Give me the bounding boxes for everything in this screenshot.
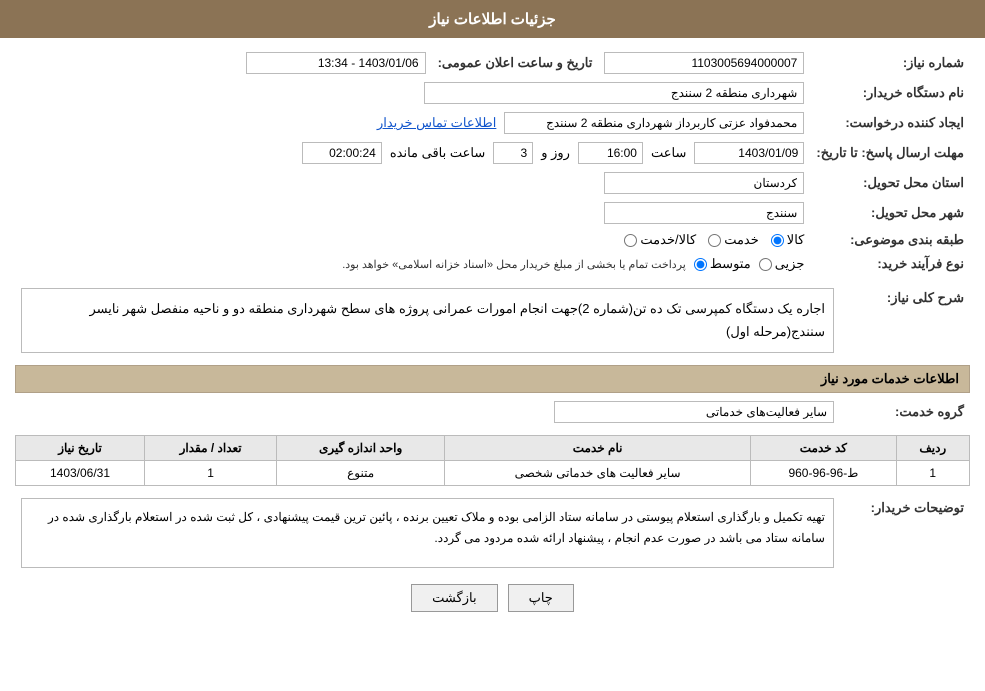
col-date: تاریخ نیاز bbox=[16, 435, 145, 460]
cell-unit: متنوع bbox=[277, 460, 445, 485]
cell-service-code: ط-96-96-960 bbox=[751, 460, 896, 485]
cell-service-name: سایر فعالیت های خدماتی شخصی bbox=[445, 460, 751, 485]
back-button[interactable]: بازگشت bbox=[411, 584, 497, 612]
purchase-type-label: نوع فرآیند خرید: bbox=[810, 252, 970, 276]
description-label: شرح کلی نیاز: bbox=[840, 284, 970, 357]
purchase-type-motavasset[interactable]: متوسط bbox=[694, 256, 751, 272]
col-service-code: کد خدمت bbox=[751, 435, 896, 460]
category-label: طبقه بندی موضوعی: bbox=[810, 228, 970, 252]
col-row: ردیف bbox=[896, 435, 969, 460]
buyer-name-input[interactable] bbox=[424, 82, 804, 104]
contact-info-link[interactable]: اطلاعات تماس خریدار bbox=[377, 115, 496, 131]
category-kala-khedmat-option[interactable]: کالا/خدمت bbox=[624, 232, 696, 248]
send-days-label: روز و bbox=[541, 145, 570, 161]
purchase-type-jozi[interactable]: جزیی bbox=[759, 256, 805, 272]
need-number-label: شماره نیاز: bbox=[810, 48, 970, 78]
category-kala-option[interactable]: کالا bbox=[771, 232, 805, 248]
send-time-label: ساعت bbox=[651, 145, 686, 161]
send-days-input[interactable] bbox=[493, 142, 533, 164]
buttons-row: چاپ بازگشت bbox=[15, 584, 970, 612]
creator-input[interactable] bbox=[504, 112, 804, 134]
need-number-input[interactable] bbox=[604, 52, 804, 74]
purchase-type-note: پرداخت تمام یا بخشی از مبلغ خریدار محل «… bbox=[342, 258, 686, 271]
jozi-label: جزیی bbox=[775, 256, 805, 272]
buyer-name-label: نام دستگاه خریدار: bbox=[810, 78, 970, 108]
remaining-time-input[interactable] bbox=[302, 142, 382, 164]
page-title: جزئیات اطلاعات نیاز bbox=[429, 11, 556, 28]
cell-date: 1403/06/31 bbox=[16, 460, 145, 485]
send-deadline-label: مهلت ارسال پاسخ: تا تاریخ: bbox=[810, 138, 970, 168]
announce-date-input[interactable] bbox=[246, 52, 426, 74]
buyer-notes-label: توضیحات خریدار: bbox=[840, 494, 970, 572]
service-group-label: گروه خدمت: bbox=[840, 397, 970, 427]
page-header: جزئیات اطلاعات نیاز bbox=[0, 0, 985, 38]
col-unit: واحد اندازه گیری bbox=[277, 435, 445, 460]
buyer-notes-value: تهیه تکمیل و بارگذاری استعلام پیوستی در … bbox=[21, 498, 834, 568]
col-quantity: تعداد / مقدار bbox=[145, 435, 277, 460]
service-group-input[interactable] bbox=[554, 401, 834, 423]
cell-quantity: 1 bbox=[145, 460, 277, 485]
cell-row: 1 bbox=[896, 460, 969, 485]
description-value: اجاره یک دستگاه کمپرسی تک ده تن(شماره 2)… bbox=[21, 288, 834, 353]
city-input[interactable] bbox=[604, 202, 804, 224]
services-section-header: اطلاعات خدمات مورد نیاز bbox=[15, 365, 970, 393]
category-khedmat-option[interactable]: خدمت bbox=[708, 232, 759, 248]
motavasset-label: متوسط bbox=[710, 256, 751, 272]
province-input[interactable] bbox=[604, 172, 804, 194]
announce-date-label: تاریخ و ساعت اعلان عمومی: bbox=[432, 48, 599, 78]
province-label: استان محل تحویل: bbox=[810, 168, 970, 198]
send-date-input[interactable] bbox=[694, 142, 804, 164]
table-row: 1 ط-96-96-960 سایر فعالیت های خدماتی شخص… bbox=[16, 460, 970, 485]
category-kala-khedmat-label: کالا/خدمت bbox=[640, 232, 696, 248]
services-table: ردیف کد خدمت نام خدمت واحد اندازه گیری ت… bbox=[15, 435, 970, 486]
category-khedmat-label: خدمت bbox=[724, 232, 759, 248]
col-service-name: نام خدمت bbox=[445, 435, 751, 460]
category-kala-label: کالا bbox=[787, 232, 805, 248]
send-time-input[interactable] bbox=[578, 142, 643, 164]
city-label: شهر محل تحویل: bbox=[810, 198, 970, 228]
remaining-label: ساعت باقی مانده bbox=[390, 145, 485, 161]
print-button[interactable]: چاپ bbox=[508, 584, 574, 612]
creator-label: ایجاد کننده درخواست: bbox=[810, 108, 970, 138]
